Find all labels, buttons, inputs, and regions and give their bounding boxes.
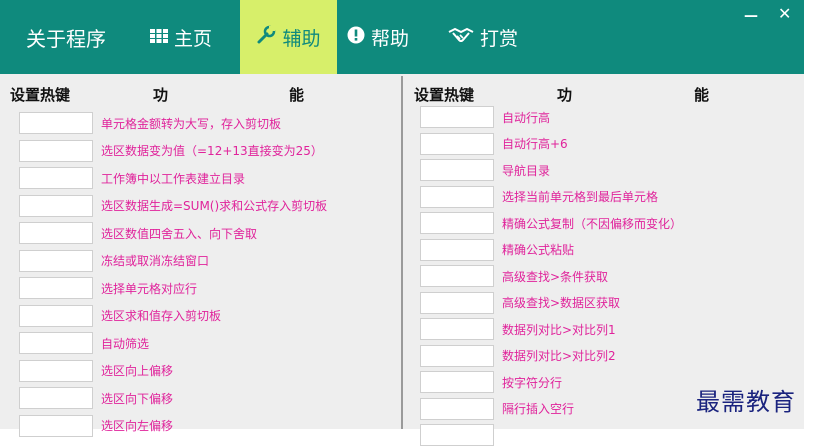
tab-assist-label: 辅助 (282, 27, 321, 50)
function-row: 数据列对比>对比列1 (420, 317, 616, 341)
hotkey-input[interactable] (420, 238, 494, 261)
function-row: 导航目录 (420, 158, 550, 182)
function-label: 选择当前单元格到最后单元格 (502, 190, 659, 204)
function-label: 精确公式粘贴 (502, 243, 575, 257)
function-row: 高级查找>数据区获取 (420, 291, 620, 315)
hotkey-input[interactable] (19, 387, 93, 409)
handshake-icon (448, 26, 474, 49)
function-label: 导航目录 (502, 163, 551, 178)
function-label: 精确公式复制（不因偏移而变化） (502, 216, 683, 231)
function-row: 自动行高 (420, 105, 550, 129)
function-row: 选择单元格对应行 (19, 276, 197, 300)
hotkey-input[interactable] (19, 332, 93, 354)
function-label: 选择单元格对应行 (101, 281, 198, 296)
function-row: 选区数据变为值（=12+13直接变为25） (19, 139, 323, 163)
function-row: 高级查找>条件获取 (420, 264, 608, 288)
function-label: 数据列对比>对比列2 (502, 349, 616, 363)
function-label: 单元格金额转为大写，存入剪切板 (101, 116, 282, 131)
tab-home[interactable]: 主页 (150, 0, 212, 74)
function-row: 选区向下偏移 (19, 386, 173, 410)
function-label: 按字符分行 (502, 375, 563, 390)
hotkey-input[interactable] (19, 222, 93, 244)
hotkey-input[interactable] (19, 304, 93, 327)
tab-home-label: 主页 (174, 27, 213, 50)
hotkey-input[interactable] (420, 291, 494, 314)
function-label: 自动行高 (502, 110, 551, 125)
function-row: 选择当前单元格到最后单元格 (420, 185, 658, 209)
left-header-func-a: 功 (153, 86, 169, 104)
info-icon (347, 26, 365, 49)
hotkey-input[interactable] (420, 132, 494, 155)
function-label: 数据列对比>对比列1 (502, 322, 616, 337)
wrench-icon (256, 25, 276, 50)
function-row: 自动筛选 (19, 331, 149, 355)
hotkey-input[interactable] (420, 344, 494, 367)
left-header-hotkey: 设置热键 (10, 86, 71, 104)
function-row (420, 423, 502, 447)
function-label: 冻结或取消冻结窗口 (101, 254, 210, 268)
hotkey-input[interactable] (19, 194, 93, 217)
function-row: 按字符分行 (420, 370, 562, 394)
hotkey-input[interactable] (420, 185, 494, 208)
function-row: 冻结或取消冻结窗口 (19, 249, 209, 273)
function-label: 高级查找>条件获取 (502, 269, 609, 284)
function-row: 数据列对比>对比列2 (420, 344, 616, 368)
function-label: 选区向下偏移 (101, 391, 174, 406)
function-row: 选区向左偏移 (19, 414, 173, 438)
function-row: 选区向上偏移 (19, 359, 173, 383)
function-label: 工作簿中以工作表建立目录 (101, 171, 246, 186)
minimize-button[interactable]: — (744, 8, 758, 24)
hotkey-input[interactable] (19, 139, 93, 162)
hotkey-input[interactable] (420, 424, 494, 446)
tab-assist[interactable]: 辅助 (240, 0, 337, 74)
function-label: 隔行插入空行 (502, 402, 575, 416)
function-row: 单元格金额转为大写，存入剪切板 (19, 111, 281, 135)
function-row: 精确公式复制（不因偏移而变化） (420, 211, 682, 235)
close-button[interactable]: ✕ (778, 4, 791, 23)
function-label: 选区数据变为值（=12+13直接变为25） (101, 144, 323, 158)
watermark: 最需教育 (696, 388, 796, 416)
function-row: 精确公式粘贴 (420, 238, 574, 262)
tab-about[interactable]: 关于程序 (26, 0, 106, 74)
tab-about-label: 关于程序 (26, 26, 106, 51)
function-row: 选区数据生成=SUM()求和公式存入剪切板 (19, 194, 327, 218)
right-header-func-b: 能 (694, 86, 710, 104)
function-row: 隔行插入空行 (420, 397, 574, 421)
hotkey-input[interactable] (19, 277, 93, 299)
hotkey-input[interactable] (420, 212, 494, 234)
hotkey-input[interactable] (19, 112, 93, 134)
tab-help[interactable]: 帮助 (347, 0, 409, 74)
hotkey-input[interactable] (19, 414, 93, 437)
tab-reward[interactable]: 打赏 (448, 0, 518, 74)
grid-icon (150, 26, 168, 48)
right-header-func-a: 功 (557, 86, 573, 104)
tab-help-label: 帮助 (371, 27, 410, 50)
function-row: 自动行高+6 (420, 132, 568, 156)
function-label: 选区向左偏移 (101, 419, 174, 433)
hotkey-input[interactable] (420, 106, 494, 128)
function-label: 选区数值四舍五入、向下舍取 (101, 226, 258, 241)
function-label: 自动行高+6 (502, 137, 568, 151)
function-row: 工作簿中以工作表建立目录 (19, 166, 245, 190)
outer-margin (804, 74, 817, 429)
hotkey-input[interactable] (420, 318, 494, 340)
function-label: 选区数据生成=SUM()求和公式存入剪切板 (101, 199, 328, 213)
hotkey-input[interactable] (19, 359, 93, 382)
left-header-func-b: 能 (289, 86, 305, 104)
hotkey-input[interactable] (420, 397, 494, 420)
function-label: 选区求和值存入剪切板 (101, 309, 222, 323)
hotkey-input[interactable] (420, 265, 494, 287)
column-divider (401, 76, 403, 429)
tab-reward-label: 打赏 (480, 27, 519, 50)
function-row: 选区数值四舍五入、向下舍取 (19, 221, 257, 245)
hotkey-input[interactable] (19, 249, 93, 272)
function-label: 高级查找>数据区获取 (502, 296, 621, 310)
right-header-hotkey: 设置热键 (414, 86, 475, 104)
function-row: 选区求和值存入剪切板 (19, 304, 221, 328)
function-label: 自动筛选 (101, 336, 150, 351)
function-label: 选区向上偏移 (101, 364, 174, 378)
hotkey-input[interactable] (420, 159, 494, 181)
hotkey-input[interactable] (420, 371, 494, 393)
hotkey-input[interactable] (19, 167, 93, 189)
